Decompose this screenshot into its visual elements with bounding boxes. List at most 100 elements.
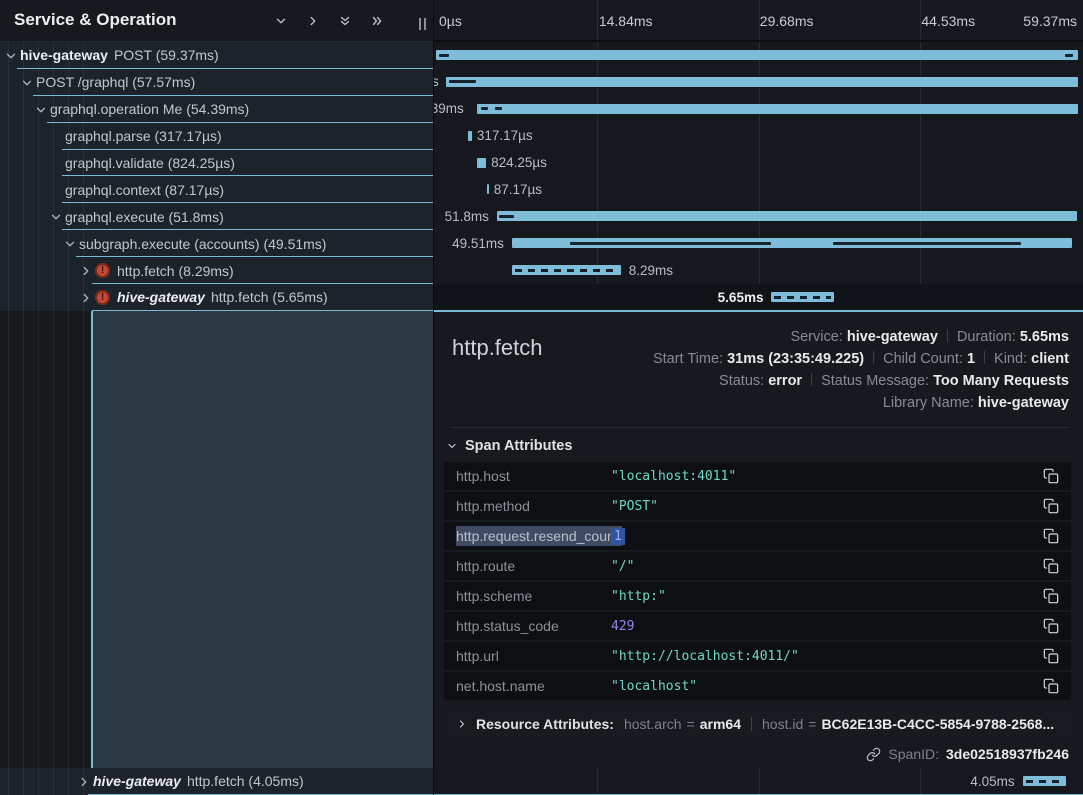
timeline-row-bottom[interactable]: 4.05ms: [434, 768, 1083, 795]
meta-label: Start Time:: [653, 351, 727, 367]
error-icon: !: [95, 263, 110, 278]
span-duration-label: 5.65ms: [718, 290, 764, 305]
chevron-right-icon[interactable]: [79, 291, 91, 303]
span-post-graphql-tree-row[interactable]: POST /graphql (57.57ms): [0, 69, 434, 96]
span-label: graphql.validate (824.25µs): [65, 155, 235, 171]
span-graphql-execute-tree-row[interactable]: graphql.execute (51.8ms): [0, 203, 434, 230]
attr-key: http.route: [456, 558, 611, 574]
span-subgraph-execute-accounts-tree-row[interactable]: subgraph.execute (accounts) (49.51ms): [0, 230, 434, 257]
span-duration-bar[interactable]: [477, 104, 1078, 114]
attr-value: 429: [611, 619, 634, 634]
meta-value: 31ms (23:35:49.225): [727, 351, 864, 367]
chevron-down-icon[interactable]: [49, 210, 61, 222]
span-duration-bar[interactable]: [512, 265, 621, 275]
chevron-down-icon[interactable]: [4, 49, 16, 61]
chevron-down-icon[interactable]: [63, 237, 75, 249]
copy-icon[interactable]: [1043, 468, 1059, 484]
span-subgraph-execute-accounts-timeline-row[interactable]: 49.51ms: [434, 230, 1083, 257]
span-graphql-validate-timeline-row[interactable]: 824.25µs: [434, 150, 1083, 177]
copy-icon[interactable]: [1043, 498, 1059, 514]
spanid-label: SpanID:: [888, 746, 939, 762]
span-graphql-context-tree-row[interactable]: graphql.context (87.17µs): [0, 176, 434, 203]
attr-key: http.status_code: [456, 618, 611, 634]
link-icon[interactable]: [866, 747, 881, 762]
copy-icon[interactable]: [1043, 678, 1059, 694]
span-graphql-execute-timeline-row[interactable]: 51.8ms: [434, 203, 1083, 230]
resource-value: BC62E13B-C4CC-5854-9788-2568...: [821, 716, 1054, 732]
copy-icon[interactable]: [1043, 558, 1059, 574]
span-duration-bar[interactable]: [468, 131, 472, 141]
double-chevron-down-button[interactable]: [334, 10, 356, 32]
attr-value: "localhost": [611, 679, 697, 694]
span-duration-label: 317.17µs: [477, 128, 533, 143]
tree-row-bottom[interactable]: hive-gatewayhttp.fetch (4.05ms): [0, 768, 434, 795]
panel-title: Service & Operation: [14, 10, 177, 30]
: [20, 76, 34, 90]
copy-icon[interactable]: [1043, 648, 1059, 664]
panel-splitter[interactable]: [433, 0, 434, 795]
copy-icon[interactable]: [1043, 528, 1059, 544]
span-service-name: hive-gateway: [117, 289, 205, 305]
meta-label: Duration:: [957, 329, 1020, 345]
chevron-right-icon: [306, 14, 320, 28]
chevron-down-button[interactable]: [270, 10, 292, 32]
span-graphql-context-timeline-row[interactable]: 87.17µs: [434, 176, 1083, 203]
timeline-panel: 0µs14.84ms29.68ms44.53ms59.37ms 59.37ms5…: [434, 0, 1083, 795]
span-hive-gateway-post-timeline-row[interactable]: 59.37ms: [434, 42, 1083, 69]
span-label: subgraph.execute (accounts) (49.51ms): [79, 236, 326, 252]
span-duration-bar[interactable]: [487, 184, 489, 194]
span-http-fetch-829-tree-row[interactable]: !http.fetch (8.29ms): [0, 257, 434, 284]
: [34, 103, 48, 117]
span-duration-label: 49.51ms: [452, 236, 504, 251]
double-chevron-right-button[interactable]: [366, 10, 388, 32]
meta-value: 1: [967, 351, 975, 367]
span-duration-bar[interactable]: [477, 158, 485, 168]
attr-row-http.status_code: http.status_code429: [444, 612, 1071, 640]
: [79, 264, 93, 278]
span-graphql-operation-me-tree-row[interactable]: graphql.operation Me (54.39ms): [0, 96, 434, 123]
span-graphql-operation-me-timeline-row[interactable]: 54.39ms: [434, 96, 1083, 123]
span-graphql-parse-timeline-row[interactable]: 317.17µs: [434, 123, 1083, 150]
meta-label: Kind:: [994, 351, 1031, 367]
meta-label: Status Message:: [821, 373, 933, 389]
attr-key: http.host: [456, 468, 611, 484]
child-span-marker: [449, 80, 476, 83]
span-http-fetch-565-timeline-row[interactable]: 5.65ms: [434, 284, 1083, 311]
span-post-graphql-timeline-row[interactable]: 57.57ms: [434, 69, 1083, 96]
ruler-tick: 59.37ms: [1023, 13, 1077, 29]
meta-line: Service: hive-gatewayDuration: 5.65ms: [653, 326, 1069, 348]
panel-resize-handle[interactable]: [419, 18, 426, 30]
chevron-right-icon[interactable]: [77, 775, 89, 787]
copy-icon[interactable]: [1043, 588, 1059, 604]
span-service-name: hive-gateway: [20, 47, 108, 63]
span-duration-bar[interactable]: [436, 50, 1079, 60]
resource-attributes-row[interactable]: Resource Attributes: host.arch=arm64host…: [444, 710, 1071, 738]
meta-label: Service:: [790, 329, 846, 345]
chevron-right-button[interactable]: [302, 10, 324, 32]
resource-attributes-title: Resource Attributes:: [476, 716, 614, 732]
span-http-fetch-829-timeline-row[interactable]: 8.29ms: [434, 257, 1083, 284]
child-span-marker: [833, 242, 1021, 245]
chevron-right-icon[interactable]: [79, 264, 91, 276]
span-duration-label: 8.29ms: [629, 263, 673, 278]
chevron-down-icon[interactable]: [34, 103, 46, 115]
trace-viewer-window: 0µs14.84ms29.68ms44.53ms59.37ms 59.37ms5…: [0, 0, 1083, 795]
span-duration-label: 51.8ms: [445, 209, 489, 224]
span-duration-bar[interactable]: [1023, 776, 1066, 786]
copy-icon[interactable]: [1043, 618, 1059, 634]
span-graphql-parse-tree-row[interactable]: graphql.parse (317.17µs): [0, 123, 434, 150]
double-chevron-right-icon: [370, 14, 384, 28]
meta-value: 5.65ms: [1020, 329, 1069, 345]
spanid-value: 3de02518937fb246: [946, 746, 1069, 762]
span-graphql-validate-tree-row[interactable]: graphql.validate (824.25µs): [0, 150, 434, 177]
span-duration-bar[interactable]: [446, 77, 1078, 87]
ruler-tick: 14.84ms: [599, 13, 653, 29]
service-operation-panel: Service & Operation hive-gatewayPOST (59…: [0, 0, 434, 795]
span-hive-gateway-post-tree-row[interactable]: hive-gatewayPOST (59.37ms): [0, 42, 434, 69]
span-duration-bar[interactable]: [497, 211, 1077, 221]
span-attributes-header[interactable]: Span Attributes: [446, 438, 1069, 454]
span-duration-bar[interactable]: [771, 292, 833, 302]
chevron-down-icon[interactable]: [20, 76, 32, 88]
meta-value: error: [768, 373, 802, 389]
span-http-fetch-565-tree-row[interactable]: !hive-gatewayhttp.fetch (5.65ms): [0, 284, 434, 311]
